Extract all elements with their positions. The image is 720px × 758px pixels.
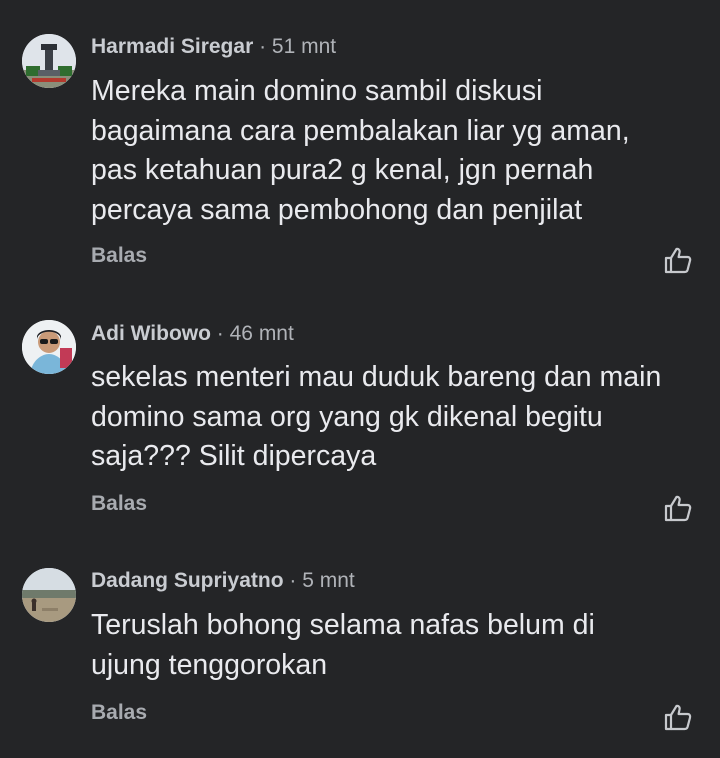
like-button[interactable] [663, 493, 693, 523]
timestamp[interactable]: 5 mnt [302, 569, 355, 592]
timestamp[interactable]: 51 mnt [272, 35, 336, 58]
author-name[interactable]: Dadang Supriyatno [91, 569, 284, 592]
thumbs-up-outline-icon [664, 704, 692, 731]
comment-meta: Adi Wibowo · 46 mnt [91, 320, 294, 348]
comment-text: Mereka main domino sambil diskusi bagaim… [91, 75, 630, 226]
avatar[interactable] [22, 568, 76, 622]
person-selfie-photo-icon [22, 320, 76, 374]
comment-text: sekelas menteri mau duduk bareng dan mai… [91, 361, 662, 472]
reply-button[interactable]: Balas [91, 699, 147, 727]
comment-text: Teruslah bohong selama nafas belum di uj… [91, 609, 595, 681]
meta-separator: · [253, 35, 272, 58]
thumbs-up-outline-icon [664, 247, 692, 274]
author-name[interactable]: Harmadi Siregar [91, 35, 253, 58]
thumbs-up-outline-icon [664, 495, 692, 522]
comment-meta: Dadang Supriyatno · 5 mnt [91, 567, 355, 595]
monument-photo-icon [22, 34, 76, 88]
reply-button[interactable]: Balas [91, 242, 147, 270]
comment-meta: Harmadi Siregar · 51 mnt [91, 33, 336, 61]
like-button[interactable] [663, 245, 693, 275]
reply-button[interactable]: Balas [91, 490, 147, 518]
meta-separator: · [283, 569, 303, 592]
landscape-photo-icon [22, 568, 76, 622]
author-name[interactable]: Adi Wibowo [91, 322, 211, 345]
timestamp[interactable]: 46 mnt [230, 322, 294, 345]
meta-separator: · [210, 322, 230, 345]
like-button[interactable] [663, 702, 693, 732]
avatar[interactable] [22, 34, 76, 88]
avatar[interactable] [22, 320, 76, 374]
